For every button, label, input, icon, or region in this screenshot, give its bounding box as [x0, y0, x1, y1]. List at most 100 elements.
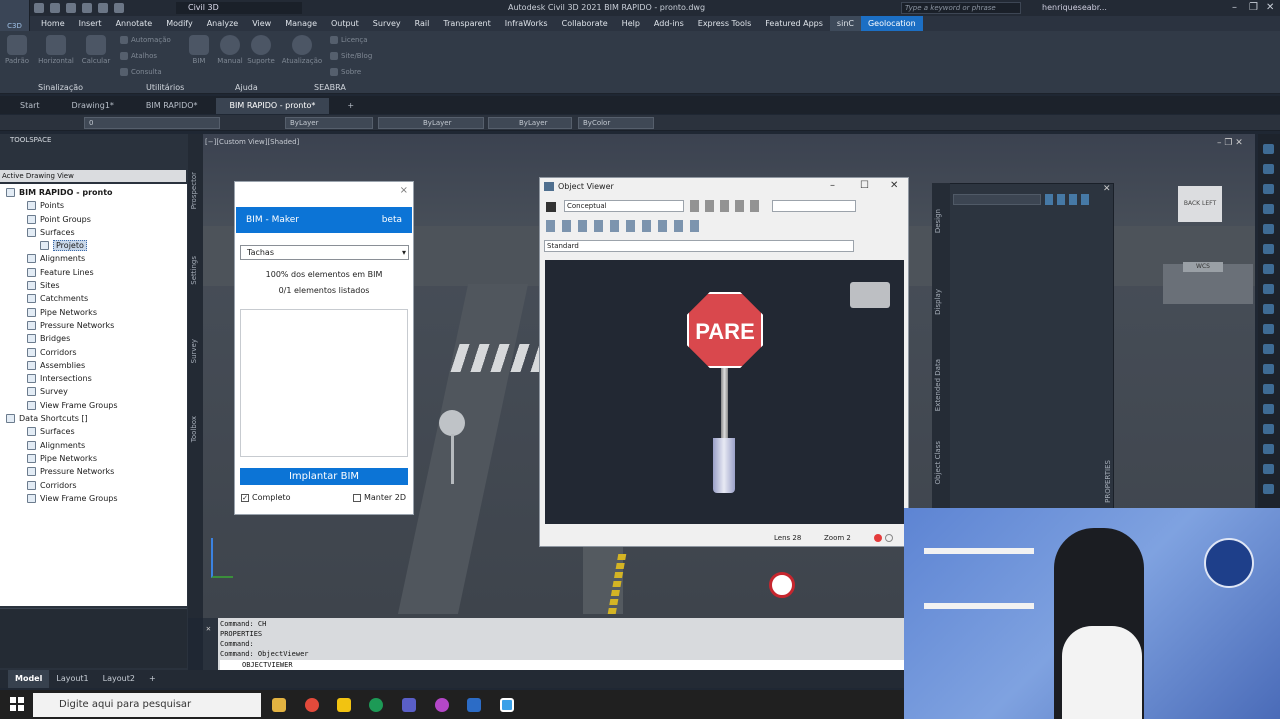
taskbar-search-input[interactable]: Digite aqui para pesquisar — [33, 693, 261, 717]
command-input[interactable]: OBJECTVIEWER — [220, 660, 904, 670]
circle-icon[interactable] — [885, 534, 893, 542]
wcs-icon[interactable]: WCS — [1183, 262, 1223, 272]
tab-featured-apps[interactable]: Featured Apps — [758, 16, 830, 31]
tree-item[interactable]: Feature Lines — [0, 266, 187, 279]
tree-item[interactable]: Catchments — [0, 292, 187, 305]
tree-item[interactable]: Pressure Networks — [0, 319, 187, 332]
bim-button[interactable]: BIM — [186, 35, 212, 65]
color-dropdown[interactable]: ByLayer — [285, 117, 373, 129]
tool-icon[interactable] — [1263, 244, 1274, 254]
calcular-button[interactable]: Calcular — [80, 35, 112, 65]
tool-icon[interactable] — [1263, 324, 1274, 334]
new-icon[interactable] — [34, 3, 44, 13]
user-account[interactable]: henriqueseabr... — [1042, 3, 1107, 12]
tree-item[interactable]: BIM RAPIDO - pronto — [0, 186, 187, 199]
tab-model[interactable]: Model — [8, 670, 50, 688]
no-parking-sign[interactable] — [769, 572, 795, 598]
tool-icon[interactable] — [1263, 284, 1274, 294]
undo-icon[interactable] — [98, 3, 108, 13]
element-type-select[interactable]: Tachas — [240, 245, 409, 260]
tool-icon[interactable] — [1263, 384, 1274, 394]
tool-icon[interactable] — [1263, 204, 1274, 214]
close-icon[interactable]: ✕ — [203, 618, 218, 639]
tool-icon[interactable] — [1263, 344, 1274, 354]
tab-rail[interactable]: Rail — [408, 16, 437, 31]
close-icon[interactable]: × — [400, 185, 408, 196]
doc-tab-bim-rapido[interactable]: BIM RAPIDO* — [132, 98, 212, 114]
tool-icon[interactable] — [1263, 484, 1274, 494]
chrome-icon[interactable] — [305, 698, 319, 712]
tab-survey[interactable]: Survey — [366, 16, 408, 31]
tab-transparent[interactable]: Transparent — [436, 16, 497, 31]
atalhos-button[interactable]: Atalhos — [120, 52, 157, 60]
tab-extended-data[interactable]: Extended Data — [934, 359, 942, 411]
sign-post-3d[interactable] — [439, 410, 465, 436]
tab-manage[interactable]: Manage — [278, 16, 324, 31]
redo-icon[interactable] — [114, 3, 124, 13]
tab-view[interactable]: View — [245, 16, 278, 31]
tab-add-ins[interactable]: Add-ins — [647, 16, 691, 31]
tree-item[interactable]: Intersections — [0, 372, 187, 385]
file-explorer-icon[interactable] — [272, 698, 286, 712]
tool-icon[interactable] — [1263, 264, 1274, 274]
tree-item[interactable]: Points — [0, 199, 187, 212]
app-logo[interactable]: C3D — [0, 0, 30, 31]
view-tools[interactable] — [546, 220, 706, 232]
tab-settings[interactable]: Settings — [190, 256, 198, 285]
tree-item[interactable]: Sites — [0, 279, 187, 292]
tree-item[interactable]: Assemblies — [0, 359, 187, 372]
tab-survey[interactable]: Survey — [190, 339, 198, 363]
object-select[interactable] — [953, 194, 1041, 205]
visual-style-select[interactable]: Conceptual — [564, 200, 684, 212]
horizontal-button[interactable]: Horizontal — [36, 35, 76, 65]
manter-2d-checkbox[interactable]: Manter 2D — [353, 493, 406, 502]
lineweight-dropdown[interactable]: ByLayer — [488, 117, 572, 129]
doc-tab-bim-rapido-pronto[interactable]: BIM RAPIDO - pronto* — [215, 98, 330, 114]
print-icon[interactable] — [82, 3, 92, 13]
tool-icon[interactable] — [1263, 404, 1274, 414]
tree-item[interactable]: Survey — [0, 385, 187, 398]
autocad-icon[interactable] — [467, 698, 481, 712]
tree-item[interactable]: View Frame Groups — [0, 399, 187, 412]
object-viewer-canvas[interactable]: PARE — [545, 260, 904, 524]
new-tab-icon[interactable]: + — [333, 98, 368, 114]
close-icon[interactable]: ✕ — [1103, 184, 1111, 194]
tab-infraworks[interactable]: InfraWorks — [498, 16, 555, 31]
elements-list[interactable] — [240, 309, 408, 457]
tab-help[interactable]: Help — [615, 16, 647, 31]
plotstyle-dropdown[interactable]: ByColor — [578, 117, 654, 129]
civil3d-icon[interactable] — [500, 698, 514, 712]
tool-icon[interactable] — [1263, 184, 1274, 194]
viewport-controls[interactable]: – ❐ ✕ — [1217, 138, 1243, 148]
tool-icon[interactable] — [1263, 304, 1274, 314]
tab-collaborate[interactable]: Collaborate — [555, 16, 615, 31]
command-line-handle[interactable]: ✕ — [203, 618, 218, 670]
tab-analyze[interactable]: Analyze — [200, 16, 246, 31]
tree-item[interactable]: Corridors — [0, 479, 187, 492]
licenca-button[interactable]: Licença — [330, 36, 368, 44]
manual-button[interactable]: Manual — [216, 35, 244, 65]
sobre-button[interactable]: Sobre — [330, 68, 361, 76]
tab-modify[interactable]: Modify — [159, 16, 200, 31]
open-icon[interactable] — [50, 3, 60, 13]
view-standard-select[interactable]: Standard — [544, 240, 854, 252]
viewport-label[interactable]: [−][Custom View][Shaded] — [205, 138, 299, 146]
record-icon[interactable] — [874, 534, 882, 542]
tree-item[interactable]: Data Shortcuts [] — [0, 412, 187, 425]
viewcube[interactable]: BACK LEFT — [1178, 186, 1222, 222]
sticky-notes-icon[interactable] — [337, 698, 351, 712]
tool-icon[interactable] — [1263, 424, 1274, 434]
tree-item[interactable]: Alignments — [0, 439, 187, 452]
completo-checkbox[interactable]: ✓ Completo — [241, 493, 291, 502]
help-search-input[interactable]: Type a keyword or phrase — [901, 2, 1021, 14]
tab-object-class[interactable]: Object Class — [934, 441, 942, 484]
close-icon[interactable]: ✕ — [1266, 2, 1274, 13]
tab-display[interactable]: Display — [934, 289, 942, 315]
linetype-dropdown[interactable]: ByLayer — [378, 117, 484, 129]
navigation-tools[interactable] — [690, 200, 765, 212]
tab-insert[interactable]: Insert — [72, 16, 109, 31]
tool-icon[interactable] — [1263, 144, 1274, 154]
site-blog-button[interactable]: Site/Blog — [330, 52, 372, 60]
tab-geolocation[interactable]: Geolocation — [860, 16, 923, 31]
tool-icon[interactable] — [1263, 224, 1274, 234]
